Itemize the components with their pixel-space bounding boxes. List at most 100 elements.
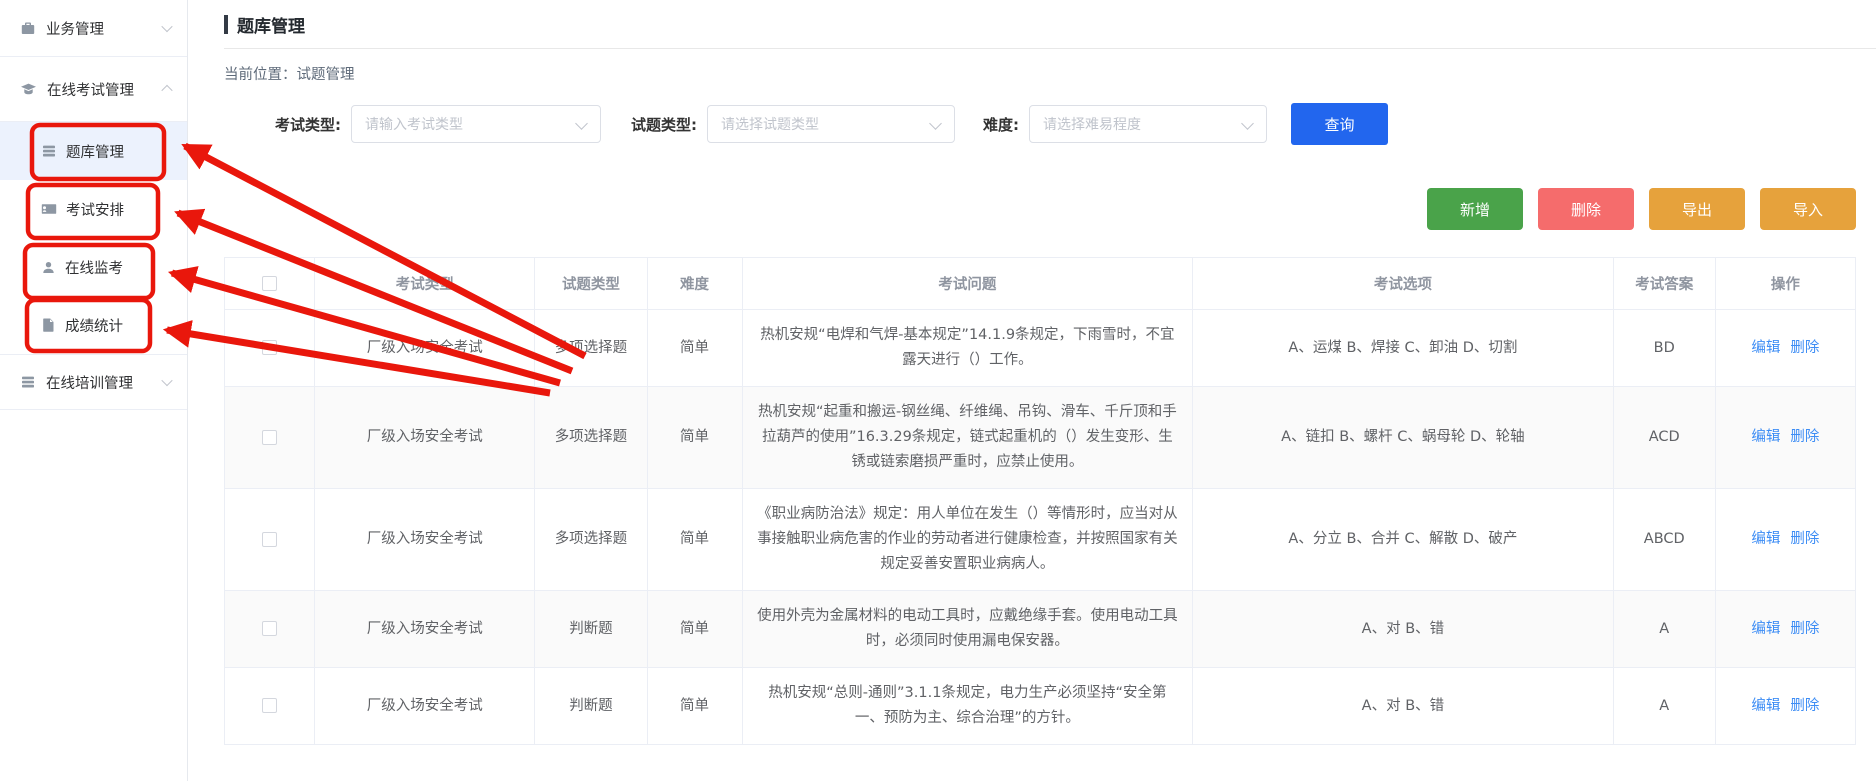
training-list-icon <box>20 374 36 390</box>
chevron-down-icon <box>929 117 942 130</box>
title-divider <box>224 48 1876 49</box>
sidebar-item-question-bank[interactable]: 题库管理 <box>0 122 187 180</box>
col-difficulty: 难度 <box>647 258 742 310</box>
col-question-type: 试题类型 <box>535 258 647 310</box>
graduation-cap-icon <box>20 81 37 97</box>
question-table: 考试类型 试题类型 难度 考试问题 考试选项 考试答案 操作 厂级入场安全考试 … <box>224 257 1856 745</box>
delete-link[interactable]: 删除 <box>1790 698 1819 714</box>
question-type-label: 试题类型: <box>631 114 697 135</box>
difficulty-placeholder: 请选择难易程度 <box>1043 114 1141 134</box>
cell-question: 《职业病防治法》规定：用人单位在发生（）等情形时，应当对从事接触职业病危害的作业… <box>742 489 1193 591</box>
sidebar-divider <box>0 409 187 410</box>
sidebar-item-online-exam-management[interactable]: 在线考试管理 <box>0 57 187 121</box>
cell-options: A、对 B、错 <box>1193 668 1614 745</box>
question-type-select[interactable]: 请选择试题类型 <box>707 105 955 143</box>
cell-options: A、链扣 B、螺杆 C、蜗母轮 D、轮轴 <box>1193 387 1614 489</box>
sidebar-item-label: 在线监考 <box>65 257 123 278</box>
select-all-checkbox[interactable] <box>262 276 277 291</box>
table-row: 厂级入场安全考试 判断题 简单 使用外壳为金属材料的电动工具时，应戴绝缘手套。使… <box>225 591 1856 668</box>
col-question: 考试问题 <box>742 258 1193 310</box>
chevron-up-icon <box>161 85 172 96</box>
sidebar-item-label: 题库管理 <box>66 141 124 162</box>
cell-exam-type: 厂级入场安全考试 <box>315 387 535 489</box>
edit-link[interactable]: 编辑 <box>1751 340 1780 356</box>
filter-row: 考试类型: 请输入考试类型 试题类型: 请选择试题类型 难度: 请选择难易程度 … <box>275 104 1856 144</box>
row-checkbox[interactable] <box>262 340 277 355</box>
table-row: 厂级入场安全考试 判断题 简单 热机安规“总则-通则”3.1.1条规定，电力生产… <box>225 668 1856 745</box>
difficulty-label: 难度: <box>983 114 1019 135</box>
edit-link[interactable]: 编辑 <box>1751 531 1780 547</box>
chevron-down-icon <box>161 375 172 386</box>
row-checkbox[interactable] <box>262 430 277 445</box>
edit-link[interactable]: 编辑 <box>1751 621 1780 637</box>
sidebar: 业务管理 在线考试管理 题库管理 考试安排 <box>0 0 188 781</box>
export-button[interactable]: 导出 <box>1649 188 1745 230</box>
sidebar-item-online-proctor[interactable]: 在线监考 <box>0 238 187 296</box>
exam-card-icon <box>41 201 57 217</box>
score-doc-icon <box>41 317 56 333</box>
cell-exam-type: 厂级入场安全考试 <box>315 591 535 668</box>
cell-question: 热机安规“总则-通则”3.1.1条规定，电力生产必须坚持“安全第一、预防为主、综… <box>742 668 1193 745</box>
cell-difficulty: 简单 <box>647 310 742 387</box>
cell-question: 使用外壳为金属材料的电动工具时，应戴绝缘手套。使用电动工具时，必须同时使用漏电保… <box>742 591 1193 668</box>
cell-answer: A <box>1613 668 1715 745</box>
cell-question-type: 判断题 <box>535 668 647 745</box>
search-button[interactable]: 查询 <box>1291 103 1388 145</box>
delete-link[interactable]: 删除 <box>1790 531 1819 547</box>
cell-answer: BD <box>1613 310 1715 387</box>
cell-difficulty: 简单 <box>647 668 742 745</box>
question-bank-icon <box>41 143 57 159</box>
cell-answer: ABCD <box>1613 489 1715 591</box>
main-content: 题库管理 当前位置：试题管理 考试类型: 请输入考试类型 试题类型: 请选择试题… <box>188 0 1876 781</box>
table-row: 厂级入场安全考试 多项选择题 简单 《职业病防治法》规定：用人单位在发生（）等情… <box>225 489 1856 591</box>
table-row: 厂级入场安全考试 多项选择题 简单 热机安规“电焊和气焊-基本规定”14.1.9… <box>225 310 1856 387</box>
chevron-down-icon <box>1241 117 1254 130</box>
import-button[interactable]: 导入 <box>1760 188 1856 230</box>
col-options: 考试选项 <box>1193 258 1614 310</box>
col-operations: 操作 <box>1715 258 1855 310</box>
briefcase-icon <box>20 20 36 36</box>
title-accent-bar <box>224 15 228 34</box>
cell-question: 热机安规“起重和搬运-钢丝绳、纤维绳、吊钩、滑车、千斤顶和手拉葫芦的使用”16.… <box>742 387 1193 489</box>
cell-question: 热机安规“电焊和气焊-基本规定”14.1.9条规定，下雨雪时，不宜露天进行（）工… <box>742 310 1193 387</box>
app-window: 业务管理 在线考试管理 题库管理 考试安排 <box>0 0 1876 781</box>
cell-exam-type: 厂级入场安全考试 <box>315 668 535 745</box>
cell-options: A、运煤 B、焊接 C、卸油 D、切割 <box>1193 310 1614 387</box>
delete-link[interactable]: 删除 <box>1790 429 1819 445</box>
breadcrumb: 当前位置：试题管理 <box>224 63 1856 84</box>
cell-question-type: 判断题 <box>535 591 647 668</box>
table-header-row: 考试类型 试题类型 难度 考试问题 考试选项 考试答案 操作 <box>225 258 1856 310</box>
chevron-down-icon <box>161 21 172 32</box>
cell-question-type: 多项选择题 <box>535 387 647 489</box>
cell-difficulty: 简单 <box>647 591 742 668</box>
sidebar-item-business-management[interactable]: 业务管理 <box>0 0 187 56</box>
exam-type-placeholder: 请输入考试类型 <box>365 114 463 134</box>
table-row: 厂级入场安全考试 多项选择题 简单 热机安规“起重和搬运-钢丝绳、纤维绳、吊钩、… <box>225 387 1856 489</box>
cell-answer: ACD <box>1613 387 1715 489</box>
sidebar-item-label: 成绩统计 <box>65 315 123 336</box>
cell-question-type: 多项选择题 <box>535 489 647 591</box>
difficulty-select[interactable]: 请选择难易程度 <box>1029 105 1267 143</box>
sidebar-item-online-training-management[interactable]: 在线培训管理 <box>0 355 187 409</box>
question-type-placeholder: 请选择试题类型 <box>721 114 819 134</box>
sidebar-item-score-statistics[interactable]: 成绩统计 <box>0 296 187 354</box>
sidebar-item-exam-schedule[interactable]: 考试安排 <box>0 180 187 238</box>
page-title: 题库管理 <box>237 12 305 37</box>
delete-button[interactable]: 删除 <box>1538 188 1634 230</box>
row-checkbox[interactable] <box>262 698 277 713</box>
delete-link[interactable]: 删除 <box>1790 621 1819 637</box>
add-button[interactable]: 新增 <box>1427 188 1523 230</box>
cell-options: A、对 B、错 <box>1193 591 1614 668</box>
cell-exam-type: 厂级入场安全考试 <box>315 310 535 387</box>
edit-link[interactable]: 编辑 <box>1751 429 1780 445</box>
row-checkbox[interactable] <box>262 532 277 547</box>
row-checkbox[interactable] <box>262 621 277 636</box>
exam-type-select[interactable]: 请输入考试类型 <box>351 105 601 143</box>
action-row: 新增 删除 导出 导入 <box>224 188 1856 230</box>
col-exam-type: 考试类型 <box>315 258 535 310</box>
delete-link[interactable]: 删除 <box>1790 340 1819 356</box>
cell-exam-type: 厂级入场安全考试 <box>315 489 535 591</box>
cell-options: A、分立 B、合并 C、解散 D、破产 <box>1193 489 1614 591</box>
chevron-down-icon <box>575 117 588 130</box>
edit-link[interactable]: 编辑 <box>1751 698 1780 714</box>
